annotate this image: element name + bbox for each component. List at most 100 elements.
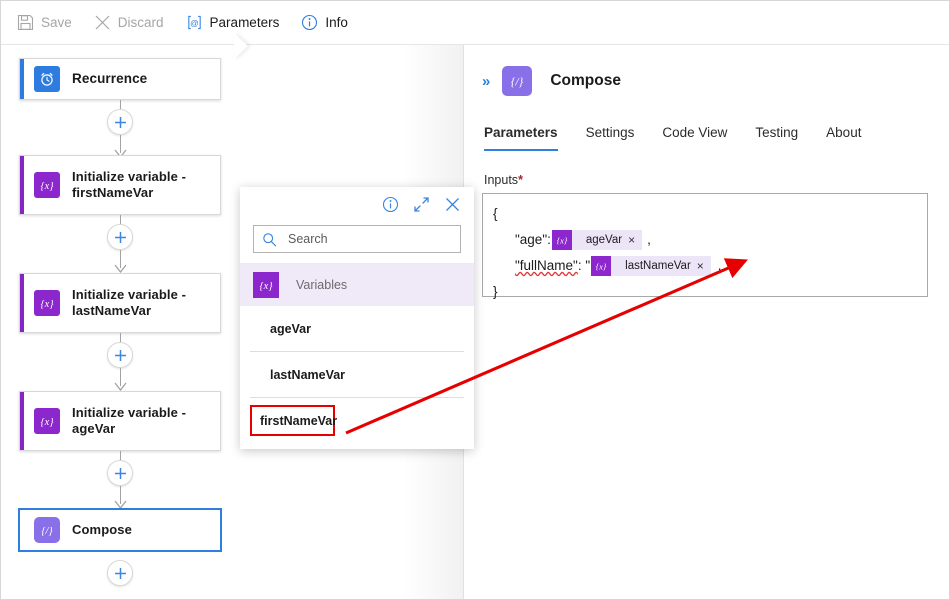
- tab-testing[interactable]: Testing: [755, 125, 798, 151]
- svg-text:@: @: [190, 18, 199, 28]
- token-remove-icon[interactable]: ×: [697, 256, 711, 276]
- search-icon: [262, 232, 277, 247]
- parameters-icon: @: [186, 14, 203, 31]
- json-comma-fullname: ,: [717, 258, 722, 273]
- json-sep-fullname: : ": [577, 258, 591, 273]
- clock-icon: [34, 66, 60, 92]
- variable-icon: {x}: [34, 408, 60, 434]
- toolbar: Save Discard @ Parameters Info: [1, 1, 949, 45]
- json-key-age: "age":: [515, 232, 551, 247]
- parameters-label: Parameters: [209, 14, 280, 30]
- close-icon[interactable]: [444, 196, 461, 213]
- group-label: Variables: [296, 277, 348, 292]
- add-step-button-2[interactable]: [107, 224, 133, 250]
- tab-settings[interactable]: Settings: [586, 125, 635, 151]
- node-compose[interactable]: {/} Compose: [18, 508, 222, 552]
- svg-text:{x}: {x}: [40, 417, 54, 428]
- connector-arrow: [114, 382, 127, 391]
- add-step-button-4[interactable]: [107, 460, 133, 486]
- token-chip-lastnamevar[interactable]: {x} lastNameVar ×: [591, 256, 711, 276]
- dynamic-token-label: firstNameVar: [260, 413, 338, 428]
- compose-icon: {/}: [502, 66, 533, 96]
- node-title: Initialize variable - ageVar: [72, 405, 187, 436]
- tab-parameters[interactable]: Parameters: [484, 125, 558, 151]
- dynamic-token-label: ageVar: [270, 321, 312, 336]
- dynamic-token-firstnamevar[interactable]: firstNameVar: [250, 405, 338, 436]
- tab-about[interactable]: About: [826, 125, 861, 151]
- info-button[interactable]: Info: [299, 10, 358, 35]
- svg-text:{x}: {x}: [40, 299, 54, 310]
- add-step-button-5[interactable]: [107, 560, 133, 586]
- required-marker: *: [518, 173, 523, 187]
- svg-text:{/}: {/}: [41, 526, 53, 537]
- connector-arrow: [114, 264, 127, 273]
- token-chip-agevar[interactable]: {x} ageVar ×: [551, 230, 643, 250]
- svg-text:{x}: {x}: [596, 262, 607, 272]
- chevron-double-right-icon[interactable]: »: [482, 73, 490, 90]
- variable-icon: {x}: [253, 271, 279, 298]
- node-accent-bar: [20, 392, 24, 450]
- dynamic-token-label: lastNameVar: [270, 367, 346, 382]
- json-line-close: }: [493, 279, 917, 305]
- search-area: [240, 221, 474, 263]
- json-key-fullname: "fullName": [515, 258, 578, 273]
- node-initialize-agevar[interactable]: {x} Initialize variable - ageVar: [19, 391, 221, 451]
- add-step-button-1[interactable]: [107, 109, 133, 135]
- panel-tabs: Parameters Settings Code View Testing Ab…: [482, 125, 928, 151]
- dynamic-token-agevar[interactable]: ageVar: [250, 306, 464, 352]
- search-input[interactable]: [286, 231, 452, 247]
- svg-text:{x}: {x}: [557, 236, 568, 246]
- info-label: Info: [325, 14, 348, 30]
- panel-header: » {/} Compose: [482, 61, 928, 101]
- info-icon[interactable]: [382, 196, 399, 213]
- node-accent-bar: [20, 59, 24, 99]
- dynamic-token-lastnamevar[interactable]: lastNameVar: [250, 352, 464, 398]
- variable-icon: {x}: [591, 256, 612, 276]
- tab-code-view[interactable]: Code View: [662, 125, 727, 151]
- save-icon: [17, 14, 34, 31]
- json-line-fullname: "fullName" : " {x} lastNameVar × ,: [493, 253, 917, 279]
- group-header-variables[interactable]: {x} Variables: [240, 263, 474, 306]
- discard-button[interactable]: Discard: [92, 10, 174, 35]
- search-box[interactable]: [253, 225, 461, 253]
- variable-icon: {x}: [551, 230, 572, 250]
- svg-text:{x}: {x}: [259, 281, 273, 292]
- details-panel: » {/} Compose Parameters Settings Code V…: [464, 45, 949, 599]
- node-accent-bar: [20, 274, 24, 332]
- compose-icon: {/}: [34, 517, 60, 543]
- token-label: lastNameVar: [625, 260, 691, 272]
- svg-text:{/}: {/}: [511, 77, 524, 89]
- dynamic-content-popup: {x} Variables ageVar lastNameVar firstNa…: [240, 187, 474, 449]
- logic-app-designer: Save Discard @ Parameters Info Recurrenc…: [0, 0, 950, 600]
- save-button[interactable]: Save: [15, 10, 82, 35]
- node-initialize-firstnamevar[interactable]: {x} Initialize variable - firstNameVar: [19, 155, 221, 215]
- node-title: Initialize variable - lastNameVar: [72, 287, 187, 318]
- json-line-open: {: [493, 201, 917, 227]
- node-accent-bar: [20, 156, 24, 214]
- json-line-age: "age": {x} ageVar × ,: [493, 227, 917, 253]
- node-initialize-lastnamevar[interactable]: {x} Initialize variable - lastNameVar: [19, 273, 221, 333]
- save-label: Save: [41, 14, 72, 30]
- expand-icon[interactable]: [413, 196, 430, 213]
- info-icon: [301, 14, 318, 31]
- node-title: Initialize variable - firstNameVar: [72, 169, 187, 200]
- add-step-button-3[interactable]: [107, 342, 133, 368]
- page-title: Compose: [550, 72, 621, 89]
- variable-icon: {x}: [34, 290, 60, 316]
- json-close-brace: }: [493, 284, 498, 299]
- inputs-editor[interactable]: { "age": {x} ageVar × , "fullName" : " {…: [482, 193, 928, 299]
- json-open-brace: {: [493, 206, 498, 221]
- node-title: Recurrence: [72, 71, 148, 86]
- json-comma-age: ,: [647, 232, 651, 247]
- token-remove-icon[interactable]: ×: [628, 230, 642, 250]
- discard-label: Discard: [117, 14, 164, 30]
- svg-text:{x}: {x}: [40, 181, 54, 192]
- node-recurrence[interactable]: Recurrence: [19, 58, 221, 100]
- parameters-button[interactable]: @ Parameters: [184, 10, 290, 35]
- variable-icon: {x}: [34, 172, 60, 198]
- discard-icon: [94, 14, 111, 31]
- inputs-label-text: Inputs: [484, 173, 519, 187]
- popup-pointer: [234, 33, 248, 59]
- popup-header: [240, 187, 474, 221]
- popup-body: {x} Variables ageVar lastNameVar firstNa…: [240, 263, 474, 436]
